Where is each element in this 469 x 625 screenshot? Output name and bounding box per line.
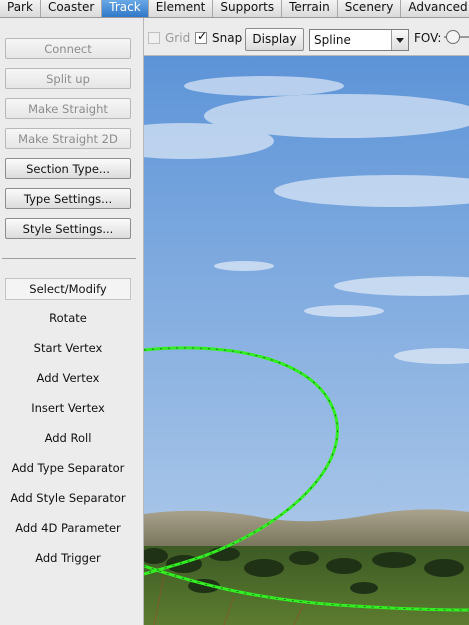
tool-insert-vertex[interactable]: Insert Vertex — [5, 397, 131, 419]
sidebar-divider — [2, 258, 136, 259]
tool-start-vertex[interactable]: Start Vertex — [5, 337, 131, 359]
tab-scenery[interactable]: Scenery — [338, 0, 402, 17]
track-sidebar: Connect Split up Make Straight Make Stra… — [0, 18, 144, 625]
grid-label: Grid — [165, 31, 191, 45]
tool-add-4d-parameter[interactable]: Add 4D Parameter — [5, 517, 131, 539]
grid-checkbox[interactable] — [148, 32, 160, 44]
tab-terrain[interactable]: Terrain — [282, 0, 338, 17]
style-settings-button[interactable]: Style Settings... — [5, 218, 131, 239]
tool-rotate[interactable]: Rotate — [5, 307, 131, 329]
make-straight-2d-button[interactable]: Make Straight 2D — [5, 128, 131, 149]
snap-label: Snap — [212, 31, 243, 45]
connect-button[interactable]: Connect — [5, 38, 131, 59]
type-settings-button[interactable]: Type Settings... — [5, 188, 131, 209]
tab-element[interactable]: Element — [149, 0, 214, 17]
tool-add-vertex[interactable]: Add Vertex — [5, 367, 131, 389]
dropdown-arrow-icon — [391, 30, 408, 50]
tool-add-type-separator[interactable]: Add Type Separator — [5, 457, 131, 479]
tool-add-trigger[interactable]: Add Trigger — [5, 547, 131, 569]
scene — [144, 56, 469, 625]
section-type-button[interactable]: Section Type... — [5, 158, 131, 179]
display-button[interactable]: Display — [245, 28, 304, 51]
fov-slider-handle[interactable] — [446, 30, 460, 44]
checkmark-icon: ✓ — [197, 29, 208, 43]
tab-advanced[interactable]: Advanced — [401, 0, 469, 17]
make-straight-button[interactable]: Make Straight — [5, 98, 131, 119]
tool-select-modify[interactable]: Select/Modify — [5, 278, 131, 300]
tab-park[interactable]: Park — [0, 0, 41, 17]
tool-add-style-separator[interactable]: Add Style Separator — [5, 487, 131, 509]
tool-add-roll[interactable]: Add Roll — [5, 427, 131, 449]
viewport-toolbar: Grid ✓ Snap Display Spline FOV: — [144, 18, 469, 56]
tab-supports[interactable]: Supports — [213, 0, 283, 17]
curve-type-select[interactable]: Spline — [309, 29, 409, 51]
split-up-button[interactable]: Split up — [5, 68, 131, 89]
menu-bar: Park Coaster Track Element Supports Terr… — [0, 0, 469, 18]
tab-track[interactable]: Track — [102, 0, 149, 17]
3d-viewport[interactable] — [144, 56, 469, 625]
fov-label: FOV: — [414, 31, 442, 45]
curve-type-value: Spline — [314, 33, 351, 47]
tab-coaster[interactable]: Coaster — [41, 0, 103, 17]
snap-checkbox[interactable]: ✓ — [195, 29, 208, 44]
